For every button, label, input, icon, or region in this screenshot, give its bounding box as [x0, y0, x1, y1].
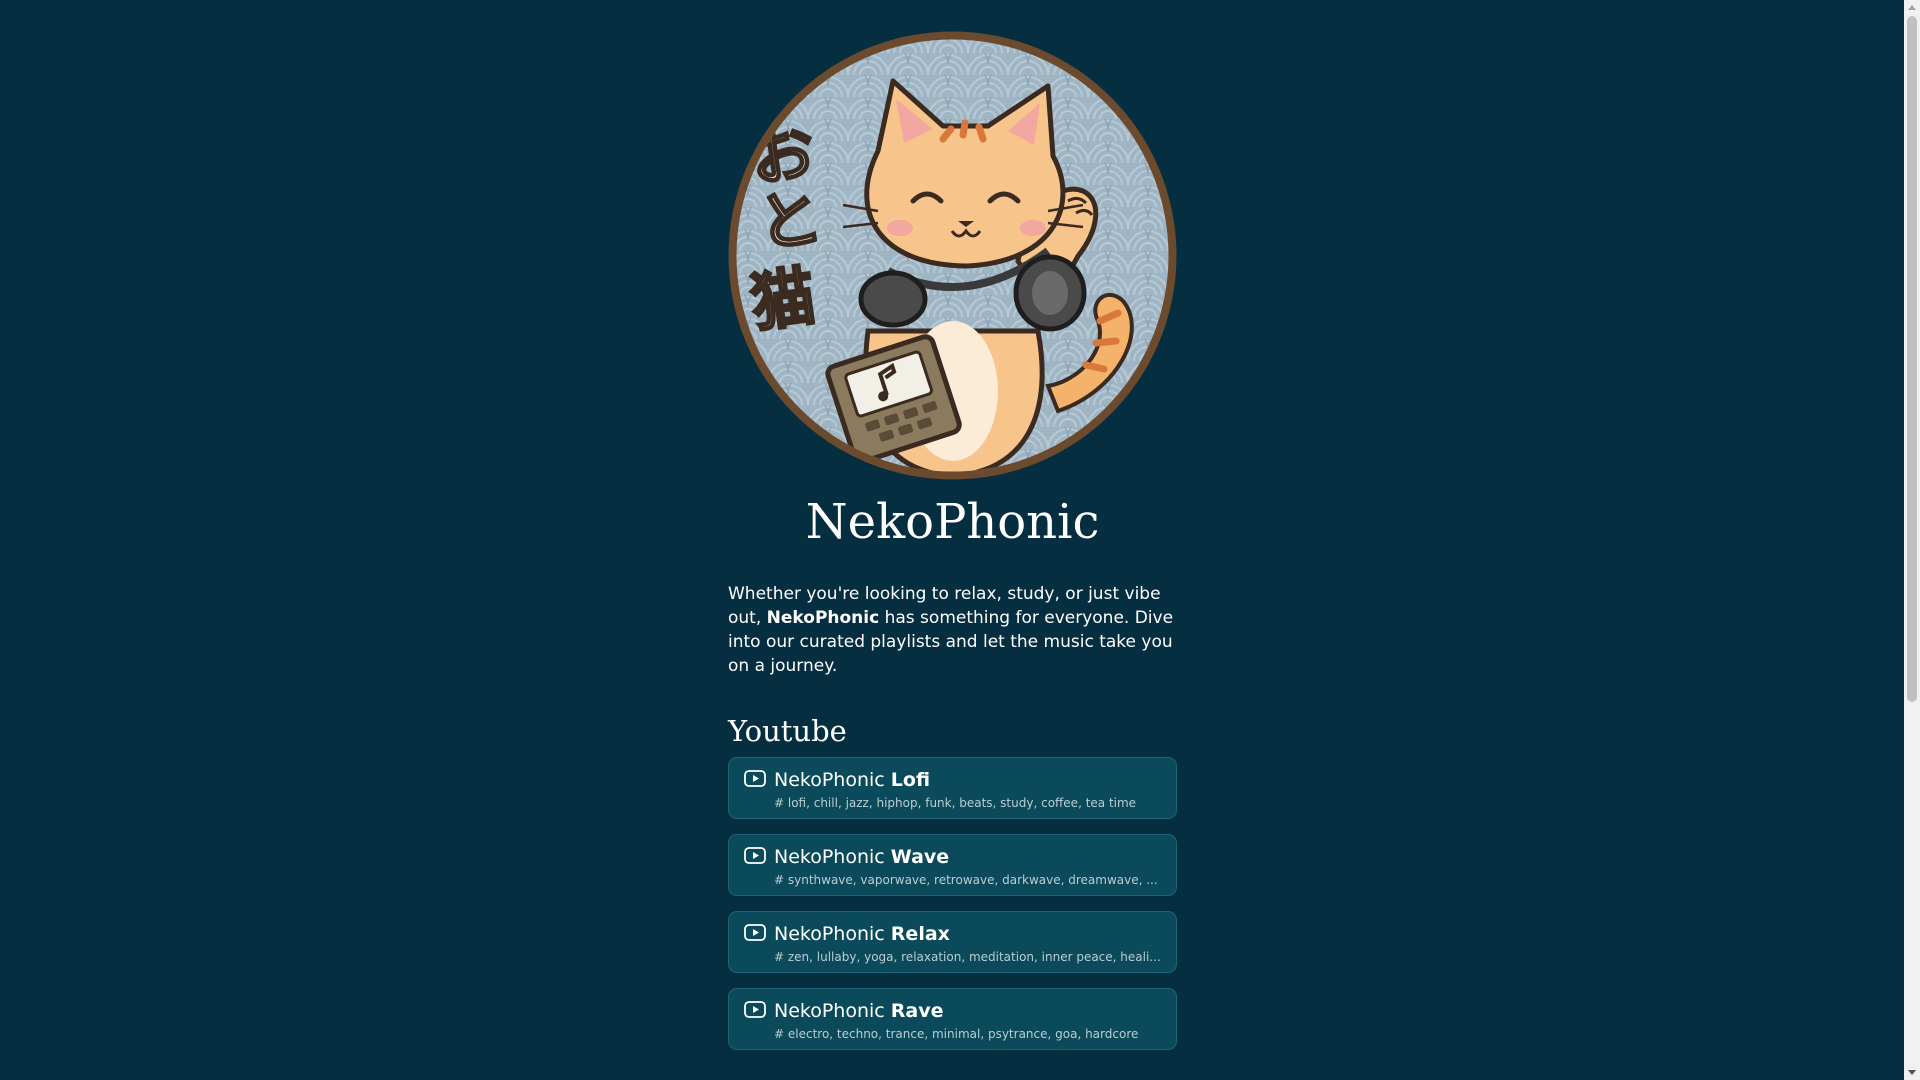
page: お と 猫 NekoPhonic Whether you're looking …: [0, 0, 1904, 1080]
site-title: NekoPhonic: [805, 494, 1100, 550]
playlist-tags: # zen, lullaby, yoga, relaxation, medita…: [774, 950, 1161, 964]
playlist-name: Rave: [890, 1000, 944, 1022]
playlist-name: Lofi: [890, 769, 931, 791]
playlist-card-rave[interactable]: NekoPhonic Rave # electro, techno, tranc…: [728, 988, 1177, 1050]
playlist-list: NekoPhonic Lofi # lofi, chill, jazz, hip…: [728, 757, 1177, 1050]
youtube-play-icon: [744, 1001, 766, 1018]
youtube-heading: Youtube: [728, 714, 847, 748]
playlist-card-wave[interactable]: NekoPhonic Wave # synthwave, vaporwave, …: [728, 834, 1177, 896]
playlist-title: NekoPhonic Wave: [774, 845, 949, 869]
svg-text:と: と: [753, 181, 827, 263]
youtube-play-icon: [744, 770, 766, 787]
playlist-title: NekoPhonic Rave: [774, 999, 944, 1023]
playlist-prefix: NekoPhonic: [774, 846, 891, 868]
playlist-tags: # electro, techno, trance, minimal, psyt…: [774, 1027, 1139, 1041]
playlist-card-lofi[interactable]: NekoPhonic Lofi # lofi, chill, jazz, hip…: [728, 757, 1177, 819]
youtube-play-icon: [744, 924, 766, 941]
intro-text: Whether you're looking to relax, study, …: [728, 582, 1177, 678]
scroll-down-arrow-icon[interactable]: [1908, 1070, 1916, 1075]
playlist-tags: # lofi, chill, jazz, hiphop, funk, beats…: [774, 796, 1137, 810]
playlist-title: NekoPhonic Relax: [774, 922, 950, 946]
playlist-title: NekoPhonic Lofi: [774, 768, 930, 792]
playlist-prefix: NekoPhonic: [774, 923, 891, 945]
youtube-play-icon: [744, 847, 766, 864]
playlist-card-relax[interactable]: NekoPhonic Relax # zen, lullaby, yoga, r…: [728, 911, 1177, 973]
playlist-name: Wave: [890, 846, 950, 868]
playlist-prefix: NekoPhonic: [774, 1000, 891, 1022]
intro-brand: NekoPhonic: [766, 608, 880, 628]
scroll-up-arrow-icon[interactable]: [1908, 5, 1916, 10]
scrollbar-thumb[interactable]: [1907, 16, 1917, 702]
playlist-tags: # synthwave, vaporwave, retrowave, darkw…: [774, 873, 1158, 887]
vertical-scrollbar[interactable]: [1904, 0, 1920, 1080]
content-column: お と 猫 NekoPhonic Whether you're looking …: [728, 31, 1177, 1065]
playlist-prefix: NekoPhonic: [774, 769, 891, 791]
playlist-name: Relax: [890, 923, 950, 945]
svg-text:猫: 猫: [746, 260, 820, 342]
nekophonic-logo: お と 猫: [728, 31, 1177, 480]
